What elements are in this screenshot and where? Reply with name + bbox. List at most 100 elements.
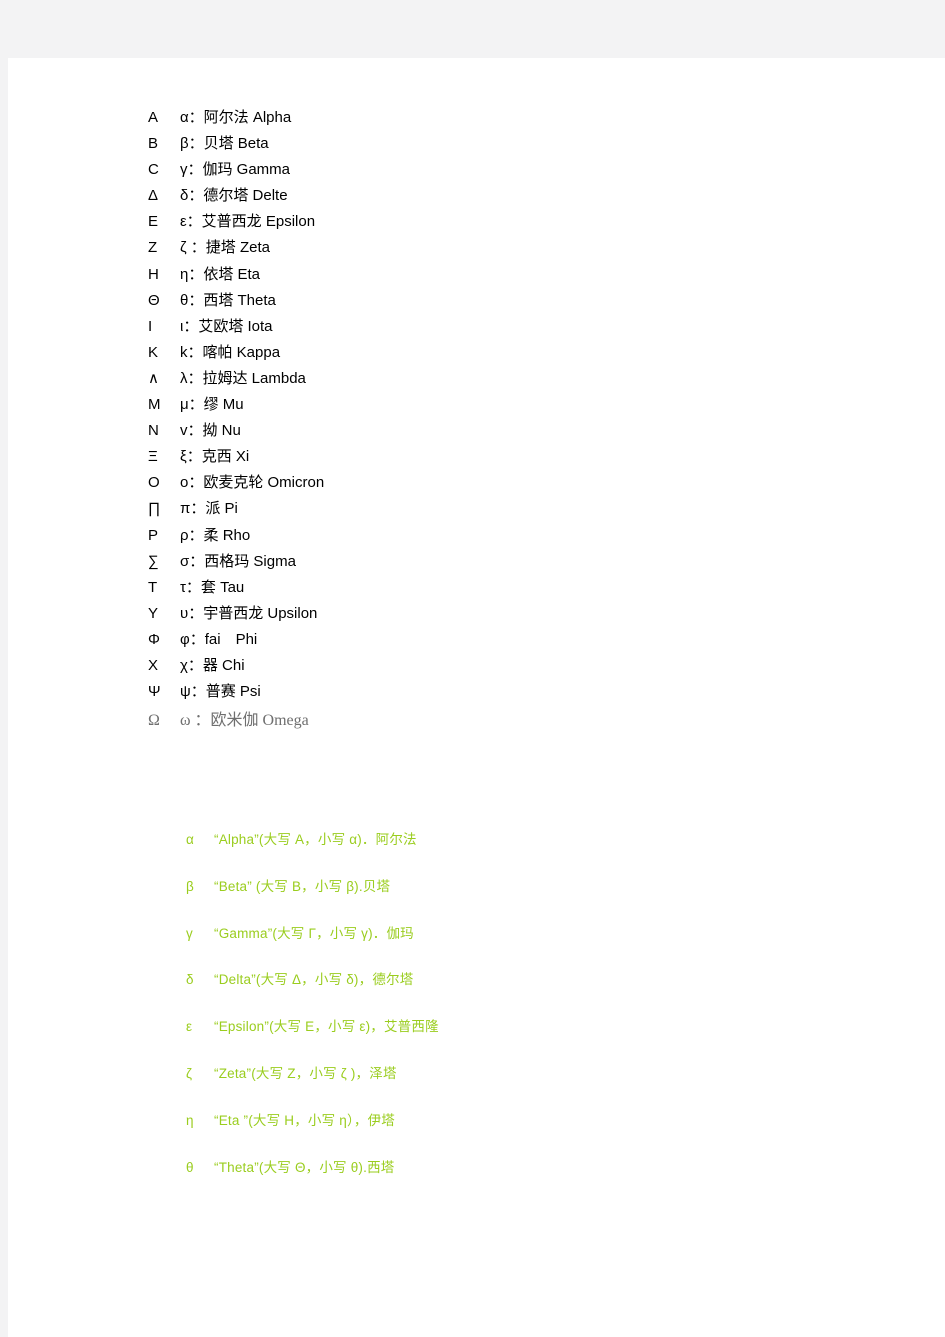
alphabet-row: Yυ：宇普西龙 Upsilon: [148, 602, 848, 628]
alphabet-row: Nv：拗 Nu: [148, 419, 848, 445]
greek-alphabet-list: Aα：阿尔法 Alpha Bβ：贝塔 Beta Cγ：伽玛 Gamma Δδ：德尔塔 …: [148, 106, 848, 732]
page-gutter-left: [0, 0, 8, 1337]
alphabet-row: Θθ：西塔 Theta: [148, 289, 848, 315]
letter-description: ζ ：捷塔 Zeta: [180, 239, 270, 257]
alphabet-row: Zζ ：捷塔 Zeta: [148, 236, 848, 262]
letter-description: υ：宇普西龙 Upsilon: [180, 604, 318, 622]
uppercase-letter: B: [148, 135, 159, 153]
annotation-row: θ “Theta”(大写 Θ，小写 θ).西塔: [186, 1156, 886, 1203]
uppercase-letter: X: [148, 656, 159, 674]
uppercase-letter: C: [148, 161, 159, 179]
alphabet-row: Ωω ：欧米伽 Omega: [148, 706, 848, 732]
uppercase-letter: Δ: [148, 187, 159, 205]
alphabet-row: Φφ：fai Phi: [148, 628, 848, 654]
alphabet-row: Bβ：贝塔 Beta: [148, 132, 848, 158]
annotation-text: “Gamma”(大写 Γ，小写 γ)．伽玛: [214, 925, 414, 941]
annotation-text: “Beta” (大写 B，小写 β).贝塔: [214, 878, 391, 894]
letter-description: β：贝塔 Beta: [180, 135, 269, 153]
annotation-row: β “Beta” (大写 B，小写 β).贝塔: [186, 875, 886, 922]
greek-letter-glyph: γ: [186, 925, 193, 941]
letter-description: ε：艾普西龙 Epsilon: [180, 213, 316, 231]
letter-description: v：拗 Nu: [180, 422, 241, 440]
letter-description: χ：器 Chi: [180, 656, 245, 674]
letter-description: γ：伽玛 Gamma: [180, 161, 291, 179]
alphabet-row: Mμ：缪 Mu: [148, 393, 848, 419]
alphabet-row: Ψψ：普赛 Psi: [148, 680, 848, 706]
annotation-text: “Epsilon”(大写 E，小写 ε)，艾普西隆: [214, 1019, 439, 1035]
annotation-text: “Zeta”(大写 Z，小写 ζ )，泽塔: [214, 1065, 397, 1081]
annotation-text: “Alpha”(大写 A，小写 α)．阿尔法: [214, 832, 417, 847]
annotation-row: η “Eta ”(大写 H，小写 η），伊塔: [186, 1109, 886, 1156]
alphabet-row: Δδ：德尔塔 Delte: [148, 184, 848, 210]
alphabet-row: Tτ：套 Tau: [148, 576, 848, 602]
annotation-row: γ “Gamma”(大写 Γ，小写 γ)．伽玛: [186, 922, 886, 969]
annotation-row: δ “Delta”(大写 Δ，小写 δ)，德尔塔: [186, 968, 886, 1015]
annotation-row: ζ “Zeta”(大写 Z，小写 ζ )，泽塔: [186, 1062, 886, 1109]
greek-letter-glyph: δ: [186, 972, 194, 988]
greek-letter-glyph: θ: [186, 1159, 194, 1175]
uppercase-letter: ∧: [148, 369, 159, 387]
alphabet-row: Pρ：柔 Rho: [148, 524, 848, 550]
uppercase-letter: H: [148, 265, 159, 283]
alphabet-row: Aα：阿尔法 Alpha: [148, 106, 848, 132]
uppercase-letter: K: [148, 343, 159, 361]
uppercase-letter: Y: [148, 604, 159, 622]
annotation-text: “Theta”(大写 Θ，小写 θ).西塔: [214, 1159, 395, 1175]
alphabet-row: ∧ λ：拉姆达 Lambda: [148, 367, 848, 393]
letter-description: α：阿尔法 Alpha: [180, 109, 292, 126]
alphabet-row: ∏ π：派 Pi: [148, 497, 848, 523]
greek-letter-glyph: η: [186, 1112, 194, 1128]
alphabet-row: Xχ：器 Chi: [148, 654, 848, 680]
letter-description: λ：拉姆达 Lambda: [180, 369, 306, 387]
alphabet-row: Iι：艾欧塔 Iota: [148, 315, 848, 341]
alphabet-row: Oo：欧麦克轮 Omicron: [148, 471, 848, 497]
alphabet-row: Hη：依塔 Eta: [148, 263, 848, 289]
letter-description: σ：西格玛 Sigma: [180, 552, 296, 570]
letter-description: θ：西塔 Theta: [180, 291, 276, 309]
greek-letter-glyph: β: [186, 878, 194, 894]
alphabet-row: Cγ：伽玛 Gamma: [148, 158, 848, 184]
uppercase-letter: ∑: [148, 552, 159, 570]
uppercase-letter: N: [148, 422, 159, 440]
uppercase-letter: Ξ: [148, 448, 158, 466]
alphabet-row: Kk：喀帕 Kappa: [148, 341, 848, 367]
letter-description: ι：艾欧塔 Iota: [180, 317, 273, 335]
annotation-row: ε “Epsilon”(大写 E，小写 ε)，艾普西隆: [186, 1015, 886, 1062]
uppercase-letter: M: [148, 396, 161, 414]
letter-description: ω ：欧米伽 Omega: [180, 712, 309, 730]
letter-description: π：派 Pi: [180, 500, 238, 518]
page-gutter-top: [0, 0, 945, 58]
alphabet-row: Eε：艾普西龙 Epsilon: [148, 210, 848, 236]
letter-description: o：欧麦克轮 Omicron: [180, 474, 325, 492]
uppercase-letter: Φ: [148, 630, 160, 648]
greek-annotation-list: α “Alpha”(大写 A，小写 α)．阿尔法 β “Beta” (大写 B，小写 …: [186, 828, 886, 1202]
letter-description: δ：德尔塔 Delte: [180, 187, 288, 205]
uppercase-letter: ∏: [148, 500, 161, 518]
annotation-row: α “Alpha”(大写 A，小写 α)．阿尔法: [186, 828, 886, 875]
letter-description: μ：缪 Mu: [180, 396, 244, 414]
letter-description: ξ：克西 Xi: [180, 448, 250, 466]
greek-letter-glyph: α: [186, 832, 194, 847]
uppercase-letter: E: [148, 213, 159, 231]
greek-letter-glyph: ε: [186, 1019, 193, 1035]
letter-description: φ：fai Phi: [180, 630, 258, 648]
letter-description: η：依塔 Eta: [180, 265, 261, 283]
uppercase-letter: Ω: [148, 712, 160, 730]
annotation-text: “Delta”(大写 Δ，小写 δ)，德尔塔: [214, 972, 414, 988]
uppercase-letter: P: [148, 526, 159, 544]
greek-letter-glyph: ζ: [186, 1065, 192, 1081]
alphabet-row: Ξξ：克西 Xi: [148, 445, 848, 471]
uppercase-letter: Θ: [148, 291, 160, 309]
alphabet-row: ∑ σ：西格玛 Sigma: [148, 550, 848, 576]
uppercase-letter: A: [148, 109, 159, 126]
uppercase-letter: T: [148, 578, 158, 596]
letter-description: ρ：柔 Rho: [180, 526, 251, 544]
letter-description: k：喀帕 Kappa: [180, 343, 281, 361]
letter-description: τ：套 Tau: [180, 578, 245, 596]
annotation-text: “Eta ”(大写 H，小写 η），伊塔: [214, 1112, 396, 1128]
uppercase-letter: I: [148, 317, 153, 335]
uppercase-letter: Ψ: [148, 683, 161, 701]
uppercase-letter: O: [148, 474, 160, 492]
uppercase-letter: Z: [148, 239, 158, 257]
letter-description: ψ：普赛 Psi: [180, 683, 261, 701]
